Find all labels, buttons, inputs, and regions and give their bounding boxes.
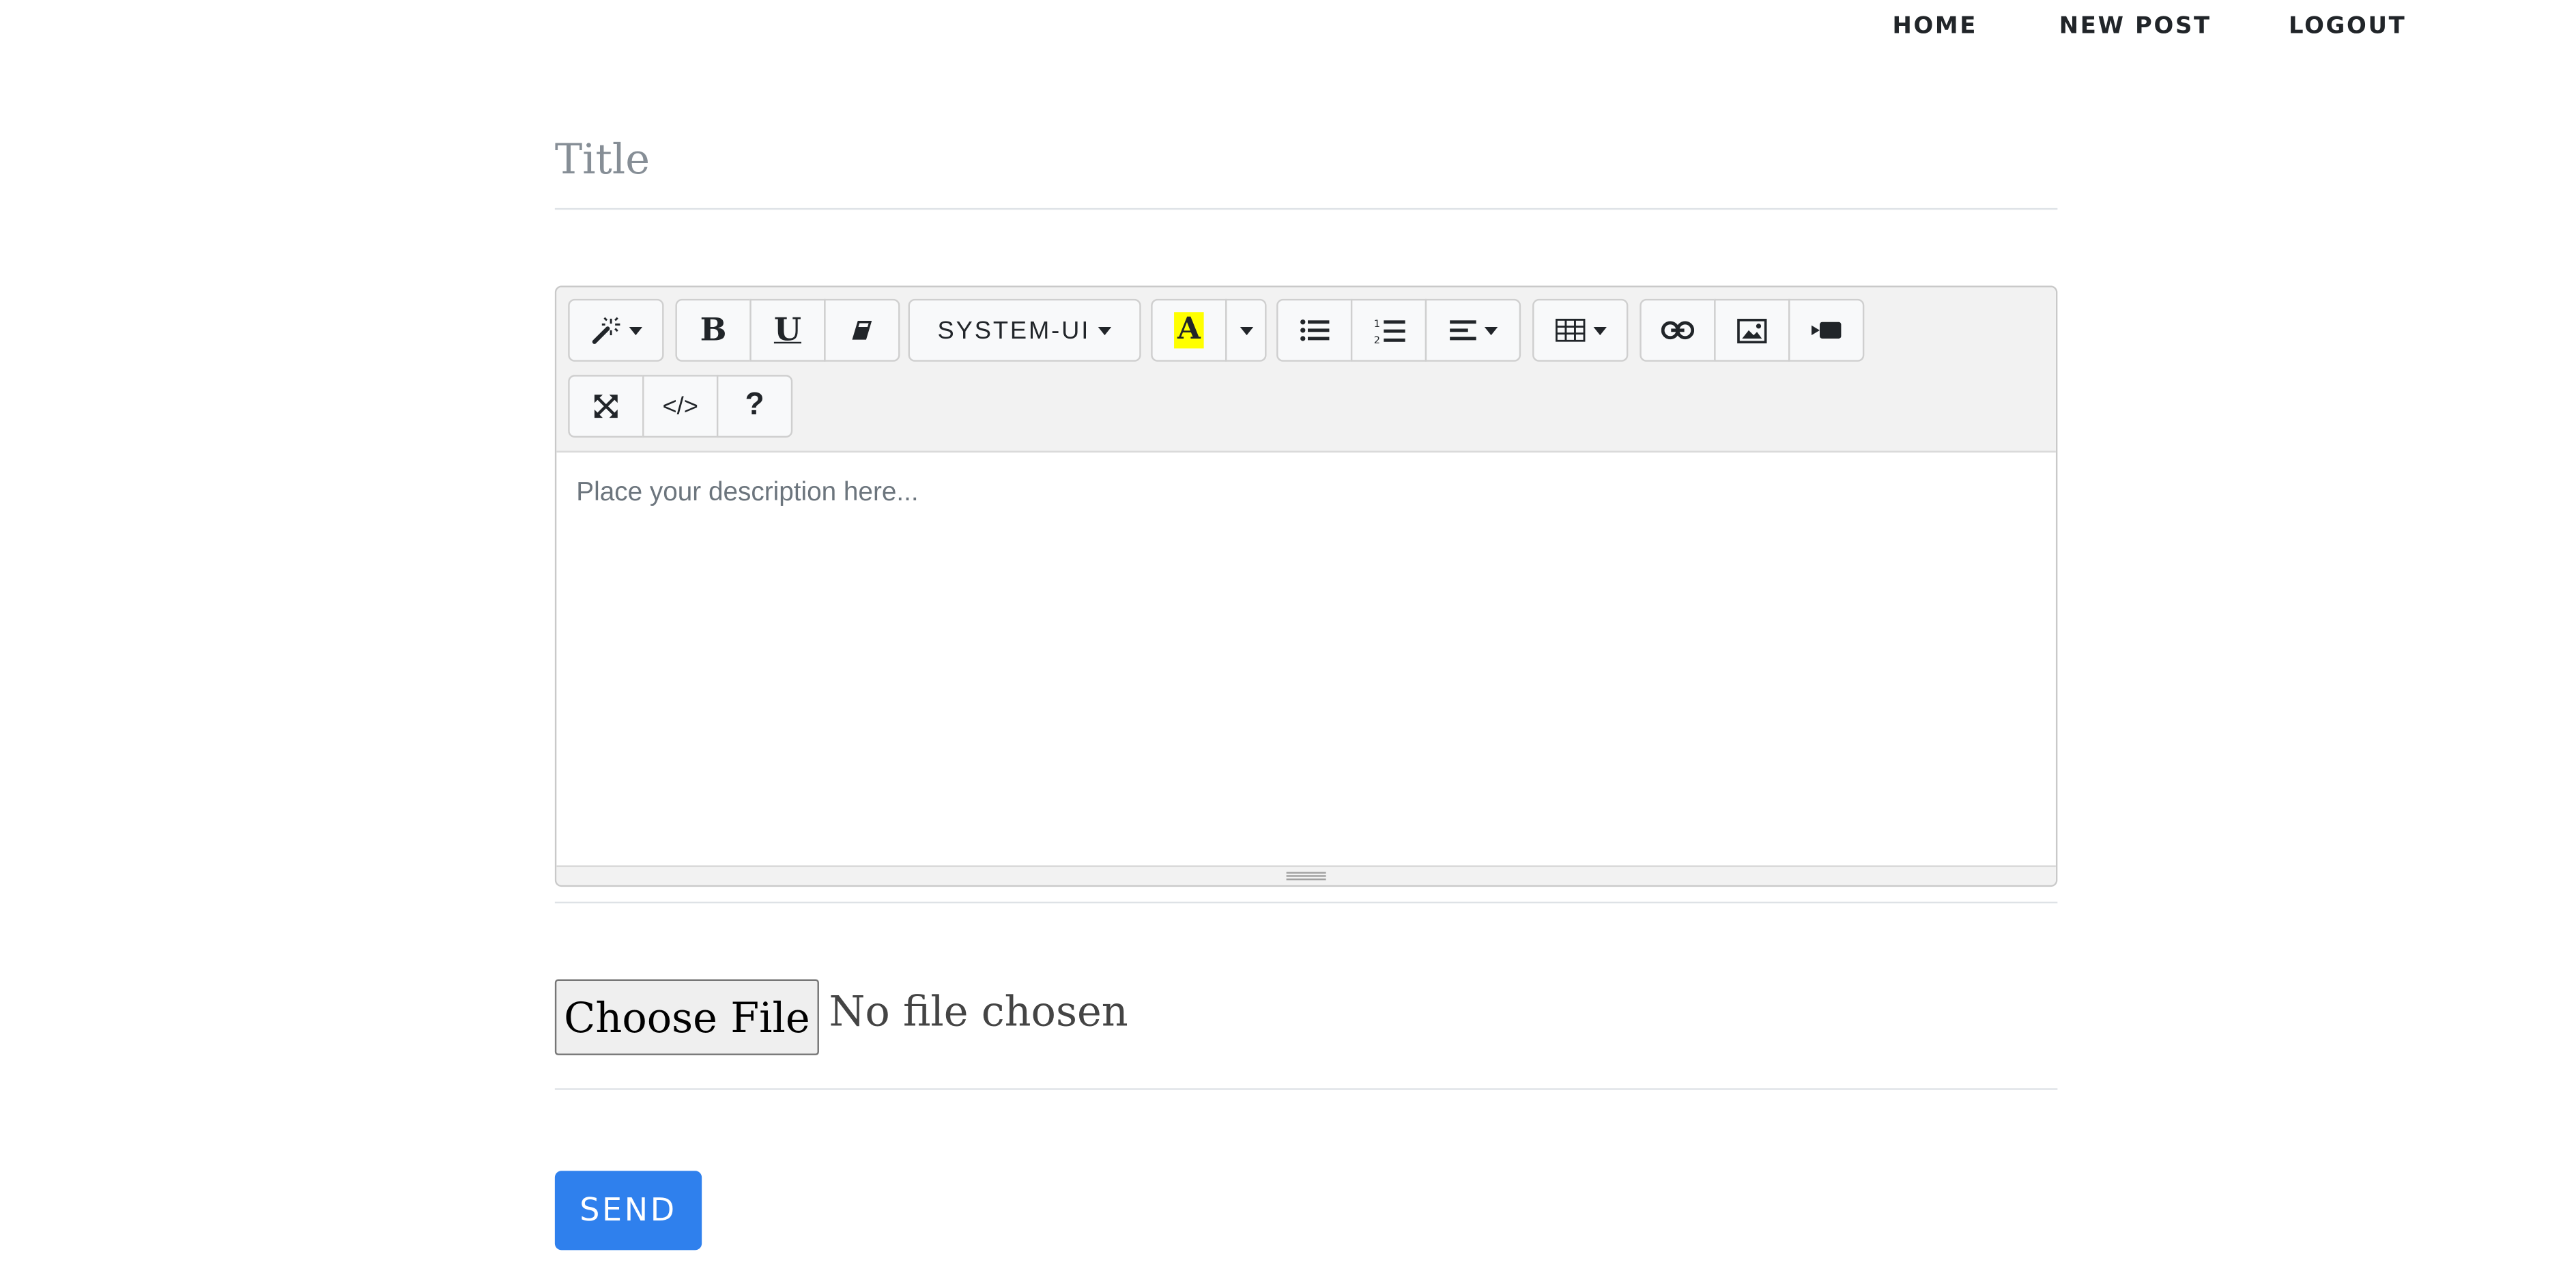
bold-icon: B [700,312,727,349]
font-name-group: SYSTEM-UI [908,298,1141,362]
nav-logout-link[interactable]: LOGOUT [2289,13,2406,40]
color-dropdown-button[interactable] [1225,298,1267,362]
video-icon [1811,320,1842,340]
highlight-color-button[interactable]: A [1151,298,1227,362]
font-style-group: B U [675,298,900,362]
fullscreen-icon [593,393,620,420]
title-input[interactable] [554,109,2058,210]
description-editor[interactable]: Place your description here... [556,453,2056,866]
file-status-text: No file chosen [829,987,1128,1036]
svg-text:2: 2 [1373,334,1379,344]
underline-icon: U [773,312,802,349]
help-icon: ? [745,388,764,423]
fullscreen-button[interactable] [568,375,644,438]
style-group [568,298,664,362]
align-left-icon [1448,319,1476,342]
style-dropdown-button[interactable] [568,298,664,362]
view-group: </> ? [568,375,793,438]
picture-button[interactable] [1714,298,1790,362]
font-name-dropdown[interactable]: SYSTEM-UI [908,298,1141,362]
align-dropdown-button[interactable] [1425,298,1521,362]
font-name-label: SYSTEM-UI [937,316,1091,345]
resize-grip-icon[interactable] [1286,872,1326,882]
paragraph-group: 12 [1276,298,1521,362]
table-icon [1554,318,1585,342]
nav-new-post-link[interactable]: NEW POST [2059,13,2212,40]
editor-resize-bar[interactable] [556,865,2056,885]
caret-down-icon [1239,326,1253,334]
caret-down-icon [1592,326,1606,334]
link-button[interactable] [1640,298,1716,362]
color-group: A [1151,298,1267,362]
unordered-list-button[interactable] [1276,298,1353,362]
nav-home-link[interactable]: HOME [1892,13,1977,40]
choose-file-button[interactable]: Choose File [554,979,819,1055]
caret-down-icon [1483,326,1498,334]
page: HOME NEW POST LOGOUT B U [0,0,2576,1268]
top-nav: HOME NEW POST LOGOUT [0,0,2576,56]
highlight-icon: A [1174,312,1204,349]
code-view-icon: </> [662,392,698,420]
caret-down-icon [1098,326,1112,334]
table-dropdown-button[interactable] [1532,298,1629,362]
help-button[interactable]: ? [716,375,793,438]
divider [554,901,2058,904]
bold-button[interactable]: B [675,298,752,362]
video-button[interactable] [1788,298,1865,362]
divider [554,1088,2058,1090]
editor-toolbar: B U SYSTEM-UI A 1 2 </> ? [556,287,2056,453]
picture-icon [1737,317,1767,343]
magic-wand-icon [590,315,620,345]
underline-button[interactable]: U [749,298,826,362]
link-icon [1661,320,1695,340]
eraser-icon [850,319,874,342]
insert-group [1640,298,1865,362]
clear-format-button[interactable] [824,298,900,362]
caret-down-icon [628,326,642,334]
ordered-list-button[interactable]: 12 [1350,298,1427,362]
unordered-list-icon [1300,317,1330,343]
ordered-list-icon: 12 [1373,316,1405,344]
svg-text:1: 1 [1373,318,1379,329]
send-button[interactable]: SEND [554,1171,702,1251]
code-view-button[interactable]: </> [642,375,719,438]
rich-text-editor: B U SYSTEM-UI A 1 2 </> ? Place your des… [554,285,2058,887]
table-group [1532,298,1629,362]
